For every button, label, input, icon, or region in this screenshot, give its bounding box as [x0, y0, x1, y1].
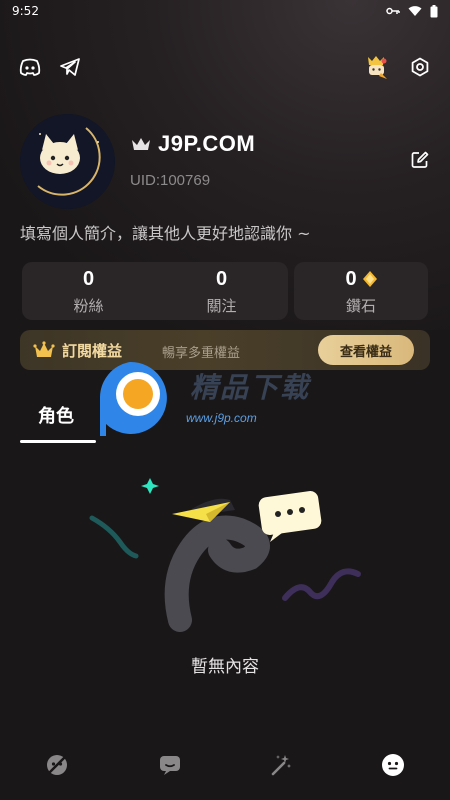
- settings-icon[interactable]: [408, 55, 432, 79]
- avatar[interactable]: [20, 114, 115, 209]
- status-time: 9:52: [12, 4, 39, 18]
- top-action-bar: [0, 55, 450, 81]
- gold-crown-icon: [33, 341, 55, 357]
- empty-state-illustration: [89, 478, 361, 632]
- tab-role[interactable]: 角色: [38, 402, 74, 428]
- telegram-icon[interactable]: [58, 55, 82, 79]
- bio-text[interactable]: 填寫個人簡介，讓其他人更好地認識你 ~: [20, 220, 311, 244]
- profile-face-icon: [382, 754, 404, 776]
- tab-active-indicator: [20, 440, 96, 443]
- discord-icon[interactable]: [18, 55, 42, 79]
- diamond-label: 鑽石: [345, 296, 376, 315]
- follow-stats-card: 0 粉絲 0 關注: [22, 262, 288, 320]
- diamond-stats-card[interactable]: 0 鑽石: [294, 262, 428, 320]
- gift-mascot-icon[interactable]: [362, 53, 390, 81]
- fans-count: 0: [82, 267, 95, 290]
- battery-icon: [430, 4, 438, 17]
- nav-create[interactable]: [268, 752, 294, 778]
- user-id: UID:100769: [130, 172, 211, 189]
- following-count: 0: [215, 267, 228, 290]
- fans-label: 粉絲: [73, 296, 104, 315]
- vpn-key-icon: [386, 7, 400, 15]
- edit-profile-icon[interactable]: [410, 150, 430, 170]
- chat-icon: [160, 756, 180, 775]
- status-bar: 9:52: [0, 0, 450, 22]
- stats-row: 0 粉絲 0 關注 0 鑽石: [22, 262, 428, 320]
- diamond-stat: 0 鑽石: [294, 262, 428, 320]
- bottom-nav: [0, 746, 450, 786]
- magic-wand-icon: [271, 755, 291, 776]
- diamond-icon: [362, 270, 377, 287]
- username: J9P.COM: [158, 131, 256, 156]
- watermark-url: www.j9p.com: [186, 411, 257, 425]
- diamond-count: 0: [345, 267, 357, 290]
- discover-icon: [47, 755, 67, 775]
- following-label: 關注: [206, 296, 237, 315]
- fans-stat[interactable]: 0 粉絲: [22, 262, 155, 320]
- nav-chat[interactable]: [157, 752, 183, 778]
- following-stat[interactable]: 0 關注: [155, 262, 288, 320]
- crown-icon: [132, 138, 150, 150]
- nav-discover[interactable]: [44, 752, 70, 778]
- wifi-icon: [408, 6, 422, 16]
- watermark-text: 精品下载: [190, 371, 311, 404]
- nav-profile[interactable]: [380, 752, 406, 778]
- empty-state-text: 暫無內容: [191, 657, 259, 677]
